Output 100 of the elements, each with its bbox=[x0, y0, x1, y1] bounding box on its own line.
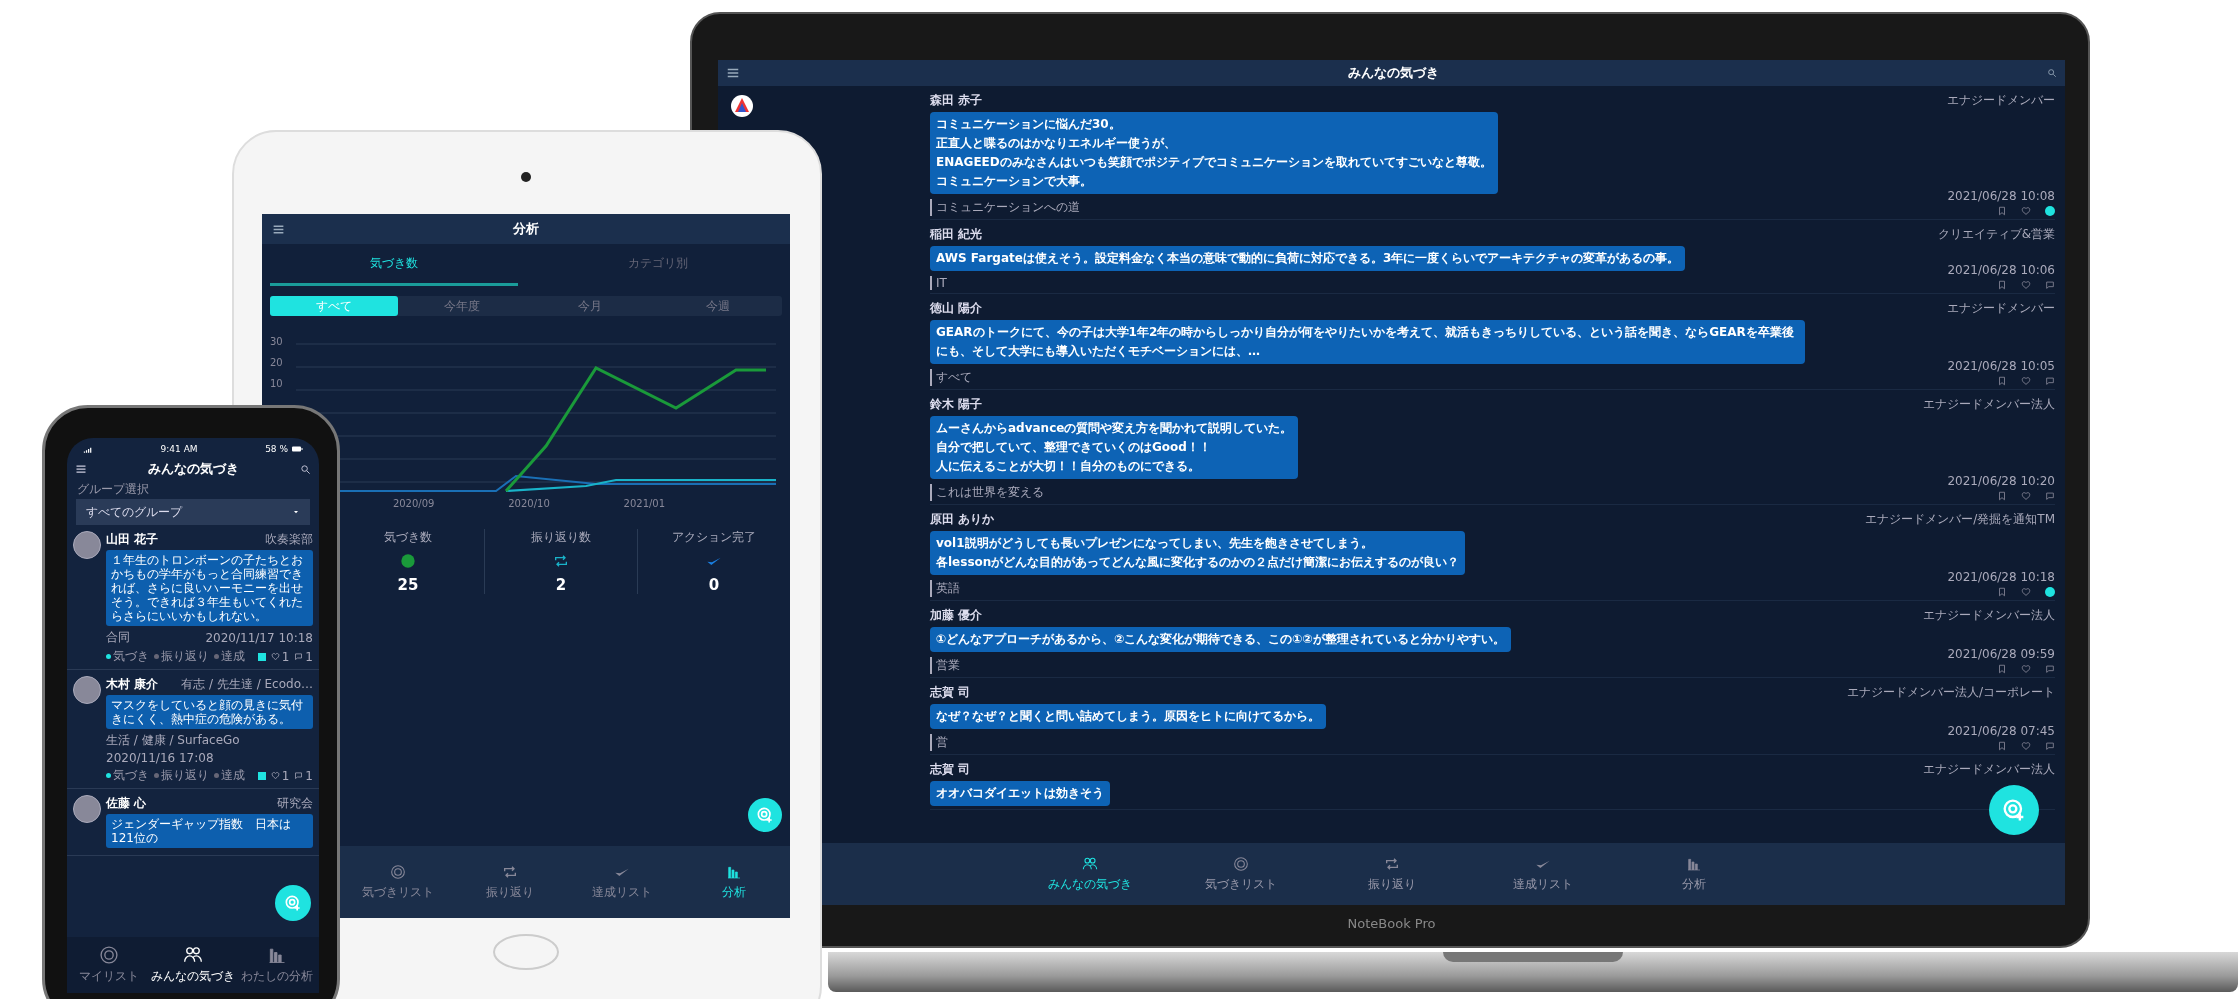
nav-tab[interactable]: みんなの気づき bbox=[1014, 843, 1165, 905]
bookmark-icon[interactable] bbox=[1997, 491, 2007, 501]
period-option[interactable]: 今年度 bbox=[398, 296, 526, 316]
menu-icon[interactable] bbox=[726, 66, 740, 80]
message-text: 自分で把していて、整理できていくのはGood！！ bbox=[936, 439, 1212, 456]
heart-icon[interactable] bbox=[2021, 664, 2031, 674]
stat-value: 25 bbox=[397, 576, 419, 594]
comment-icon[interactable] bbox=[2045, 376, 2055, 386]
nav-tab[interactable]: 分析 bbox=[1618, 843, 1769, 905]
message-text: ENAGEEDのみなさんはいつも笑顔でポジティブでコミュニケーションを取れていてすごいなと尊敬。 bbox=[936, 154, 1492, 171]
status-time: 9:41 AM bbox=[160, 444, 198, 454]
brand-label: NoteBook Pro bbox=[1347, 916, 1436, 931]
post-date: 2021/06/28 10:08 bbox=[1947, 189, 2055, 203]
post-date: 2021/06/28 10:06 bbox=[1947, 263, 2055, 277]
bookmark-icon[interactable] bbox=[1997, 280, 2007, 290]
comment-icon[interactable] bbox=[2045, 280, 2055, 290]
comment-icon[interactable] bbox=[294, 771, 304, 780]
reaction-dot[interactable] bbox=[2045, 587, 2055, 597]
search-icon[interactable] bbox=[300, 463, 311, 475]
nav-tab[interactable]: 分析 bbox=[678, 846, 790, 918]
step-label: 気づき bbox=[113, 767, 149, 784]
like-count: 1 bbox=[281, 768, 290, 783]
screen-title: 分析 bbox=[511, 220, 540, 238]
group-name: エナジードメンバー法人 bbox=[1923, 761, 2055, 778]
tag-label: これは世界を変える bbox=[930, 484, 1044, 501]
bookmark-icon[interactable] bbox=[1997, 741, 2007, 751]
nav-tab[interactable]: マイリスト bbox=[67, 937, 151, 993]
nav-tab[interactable]: 気づきリスト bbox=[342, 846, 454, 918]
step-label: 達成 bbox=[221, 648, 245, 665]
message-text: オオバコダイエットは効きそう bbox=[936, 785, 1104, 802]
author-name: 志賀 司 bbox=[930, 761, 972, 778]
screen-title: みんなの気づき bbox=[1348, 64, 1439, 82]
status-square-icon bbox=[257, 652, 266, 661]
post-date: 2020/11/16 17:08 bbox=[106, 751, 214, 765]
heart-icon[interactable] bbox=[2021, 587, 2031, 597]
axis-label: 2021/01 bbox=[623, 498, 666, 509]
step-label: 気づき bbox=[113, 648, 149, 665]
bookmark-icon[interactable] bbox=[1997, 587, 2007, 597]
repeat-icon bbox=[553, 553, 569, 569]
comment-icon[interactable] bbox=[294, 652, 304, 661]
period-option[interactable]: 今月 bbox=[526, 296, 654, 316]
reaction-dot[interactable] bbox=[2045, 206, 2055, 216]
axis-label: 10 bbox=[270, 378, 284, 389]
heart-icon[interactable] bbox=[2021, 376, 2031, 386]
add-pin-icon bbox=[755, 805, 775, 825]
add-button[interactable] bbox=[748, 798, 782, 832]
axis-label: 20 bbox=[270, 357, 284, 368]
nav-tab[interactable]: 振り返り bbox=[1316, 843, 1467, 905]
group-name: 有志 / 先生達 / Ecodo… bbox=[181, 676, 313, 693]
nav-tab[interactable]: 達成リスト bbox=[1467, 843, 1618, 905]
comment-count: 1 bbox=[305, 649, 313, 664]
search-icon[interactable] bbox=[2047, 68, 2057, 78]
add-button[interactable] bbox=[1989, 785, 2039, 835]
nav-tab[interactable]: 振り返り bbox=[454, 846, 566, 918]
nav-tab[interactable]: わたしの分析 bbox=[235, 937, 319, 993]
add-button[interactable] bbox=[275, 885, 311, 921]
group-dropdown[interactable]: すべてのグループ bbox=[76, 499, 310, 525]
comment-icon[interactable] bbox=[2045, 741, 2055, 751]
bookmark-icon[interactable] bbox=[1997, 664, 2007, 674]
status-square-icon bbox=[257, 771, 266, 780]
message-text: 人に伝えることが大切！！自分のものにできる。 bbox=[936, 458, 1201, 475]
group-name: 吹奏楽部 bbox=[265, 531, 313, 548]
axis-label: 2020/09 bbox=[392, 498, 435, 509]
comment-icon[interactable] bbox=[2045, 491, 2055, 501]
comment-icon[interactable] bbox=[2045, 664, 2055, 674]
bookmark-icon[interactable] bbox=[1997, 206, 2007, 216]
axis-label: 30 bbox=[270, 336, 284, 347]
message-text: GEARのトークにて、今の子は大学1年2年の時からしっかり自分が何をやりたいかを考えて、就活もきっちりしている、という話を聞き、ならGEARを卒業後にも、そして大学にも導入いただくモチベーションには、… bbox=[936, 324, 1795, 360]
target-icon bbox=[390, 863, 406, 880]
logo-icon bbox=[730, 94, 754, 118]
menu-icon[interactable] bbox=[75, 463, 87, 475]
period-option[interactable]: 今週 bbox=[654, 296, 782, 316]
message-bubble: １年生のトロンボーンの子たちとおかちもの学年がもっと合同練習できれば、さらに良いハーモニーを出せそう。できれば３年生もいてくれたらさらにいいかもしれない。 bbox=[106, 550, 313, 626]
nav-tab[interactable]: 達成リスト bbox=[566, 846, 678, 918]
caret-icon bbox=[292, 508, 300, 516]
people-icon bbox=[183, 945, 203, 965]
heart-icon[interactable] bbox=[270, 771, 280, 780]
author-name: 鈴木 陽子 bbox=[930, 396, 984, 413]
tag-label: 営 bbox=[930, 734, 948, 751]
nav-tab[interactable]: 気づきリスト bbox=[1165, 843, 1316, 905]
heart-icon[interactable] bbox=[2021, 280, 2031, 290]
nav-tab[interactable]: みんなの気づき bbox=[151, 937, 235, 993]
message-text: コミュニケーションに悩んだ30。 bbox=[936, 116, 1122, 133]
dot-icon bbox=[400, 553, 416, 569]
group-name: エナジードメンバー bbox=[1947, 92, 2055, 109]
bookmark-icon[interactable] bbox=[1997, 376, 2007, 386]
add-pin-icon bbox=[283, 893, 303, 913]
author-name: 山田 花子 bbox=[106, 531, 159, 548]
tab[interactable]: カテゴリ別 bbox=[534, 244, 782, 286]
heart-icon[interactable] bbox=[270, 652, 280, 661]
repeat-icon bbox=[1383, 855, 1400, 872]
author-name: 原田 ありか bbox=[930, 511, 996, 528]
message-bubble: マスクをしていると顔の見きに気付きにくく、熱中症の危険がある。 bbox=[106, 695, 313, 729]
message-text: AWS Fargateは使えそう。設定料金なく本当の意味で動的に負荷に対応できる。3年に一度くらいでアーキテクチャの変革があるの事。 bbox=[936, 250, 1680, 267]
stat-value: 0 bbox=[708, 576, 720, 594]
heart-icon[interactable] bbox=[2021, 491, 2031, 501]
heart-icon[interactable] bbox=[2021, 206, 2031, 216]
tab[interactable]: 気づき数 bbox=[270, 244, 518, 286]
author-name: 木村 康介 bbox=[106, 676, 159, 693]
heart-icon[interactable] bbox=[2021, 741, 2031, 751]
